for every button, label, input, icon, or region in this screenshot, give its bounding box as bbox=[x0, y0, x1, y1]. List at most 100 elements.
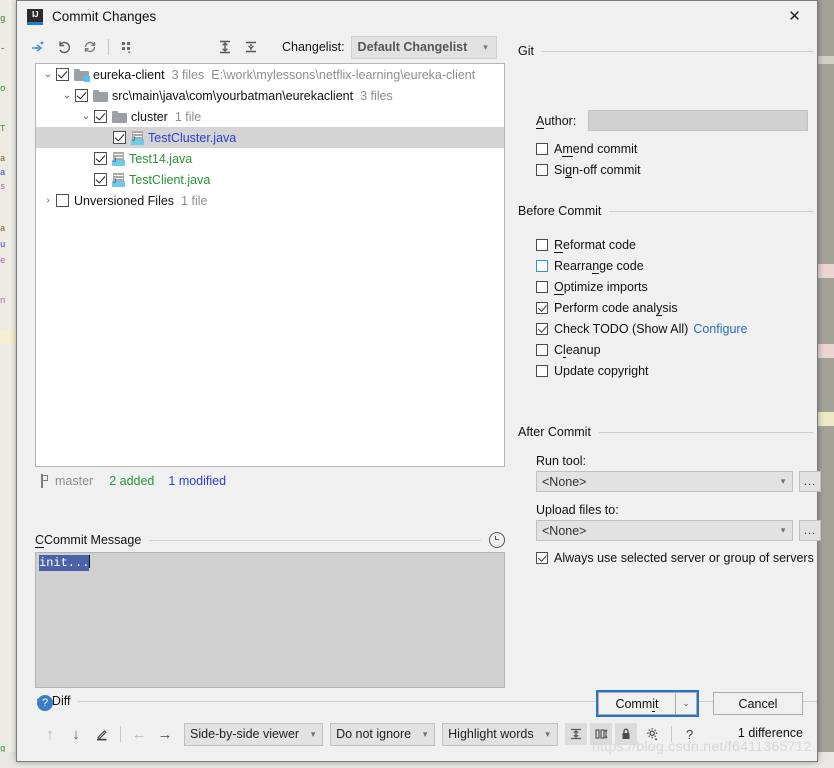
tree-row-name: eureka-client bbox=[93, 67, 165, 82]
commit-options-pane: Git Author: Amend commit Sign-off commit … bbox=[514, 32, 821, 692]
cleanup-label: Cleanup bbox=[554, 342, 601, 358]
code-fragment: a bbox=[0, 224, 6, 234]
amend-commit-checkbox[interactable]: Amend commit bbox=[536, 138, 816, 159]
tree-row-checkbox[interactable] bbox=[94, 152, 107, 165]
changes-tree[interactable]: ⌄ eureka-client 3 files E:\work\mylessons\n… bbox=[35, 63, 505, 467]
upload-files-select[interactable]: <None> ▾ bbox=[536, 520, 794, 541]
changes-pane: Changelist: Default Changelist ▾ ⌄ eureka… bbox=[17, 32, 514, 692]
tree-row-checkbox[interactable] bbox=[56, 68, 69, 81]
run-tool-browse-button[interactable]: ... bbox=[799, 471, 821, 492]
upload-files-value: <None> bbox=[542, 523, 587, 538]
commit-changes-dialog: IJ Commit Changes ✕ Changelist: Default … bbox=[16, 0, 821, 762]
tree-row-name: cluster bbox=[131, 109, 168, 124]
chevron-toggle-icon[interactable]: ⌄ bbox=[59, 90, 75, 101]
checkbox-box bbox=[536, 238, 548, 251]
check-todo-configure-link[interactable]: Configure bbox=[693, 322, 747, 336]
text-caret bbox=[89, 555, 91, 568]
run-tool-value: <None> bbox=[542, 474, 587, 489]
always-use-server-label: Always use selected server or group of s… bbox=[554, 550, 814, 565]
java-file-icon bbox=[112, 172, 125, 187]
code-fragment: e bbox=[0, 256, 6, 266]
move-to-another-changelist-icon[interactable] bbox=[25, 35, 51, 59]
divider bbox=[149, 539, 481, 541]
tree-row-name: Test14.java bbox=[129, 151, 193, 166]
commit-button-label: Commit bbox=[615, 696, 659, 712]
group-by-icon[interactable] bbox=[114, 35, 140, 59]
tree-row-name: TestCluster.java bbox=[148, 130, 237, 145]
tree-row-name: src\main\java\com\yourbatman\eurekaclien… bbox=[112, 88, 354, 103]
tree-row-checkbox[interactable] bbox=[94, 173, 107, 186]
tree-row-checkbox[interactable] bbox=[113, 131, 126, 144]
commit-button-group: Commit ⌄ bbox=[596, 690, 699, 717]
perform-code-analysis-checkbox[interactable]: Perform code analysis bbox=[536, 297, 821, 318]
cancel-button[interactable]: Cancel bbox=[713, 692, 803, 715]
code-fragment: a bbox=[0, 168, 6, 178]
help-icon[interactable]: ? bbox=[37, 695, 53, 711]
after-commit-section-header: After Commit bbox=[518, 425, 813, 439]
author-field[interactable] bbox=[588, 110, 808, 131]
code-fragment: - bbox=[0, 44, 6, 54]
changelist-select[interactable]: Default Changelist ▾ bbox=[350, 35, 497, 59]
tree-row[interactable]: TestCluster.java bbox=[36, 127, 504, 148]
sign-off-commit-checkbox[interactable]: Sign-off commit bbox=[536, 159, 816, 180]
chevron-toggle-icon[interactable]: ⌄ bbox=[78, 111, 94, 122]
chevron-down-icon: ▾ bbox=[483, 41, 488, 52]
before-commit-section-header: Before Commit bbox=[518, 204, 813, 218]
code-fragment: T bbox=[0, 124, 6, 134]
after-commit-body: Run tool: <None> ▾ ... Upload files to: … bbox=[536, 454, 821, 568]
code-fragment: s bbox=[0, 182, 6, 192]
check-todo-checkbox[interactable]: Check TODO (Show All) Configure bbox=[536, 318, 821, 339]
tree-row[interactable]: ⌄ src\main\java\com\yourbatman\eurekaclie… bbox=[36, 85, 504, 106]
close-icon[interactable]: ✕ bbox=[772, 1, 817, 31]
checkbox-box bbox=[536, 163, 548, 176]
folder-icon bbox=[93, 89, 108, 102]
tree-row-checkbox[interactable] bbox=[94, 110, 107, 123]
upload-files-browse-button[interactable]: ... bbox=[799, 520, 821, 541]
chevron-toggle-icon[interactable]: ⌄ bbox=[40, 69, 56, 80]
modified-count: 1 modified bbox=[168, 474, 227, 488]
clock-icon[interactable] bbox=[489, 532, 505, 548]
collapse-all-icon[interactable] bbox=[238, 35, 264, 59]
code-highlight bbox=[0, 330, 16, 344]
update-copyright-checkbox[interactable]: Update copyright bbox=[536, 360, 821, 381]
git-section-title: Git bbox=[518, 44, 534, 58]
commit-message-input[interactable]: init... bbox=[35, 552, 505, 688]
tree-row[interactable]: TestClient.java bbox=[36, 169, 504, 190]
tree-row-checkbox[interactable] bbox=[56, 194, 69, 207]
checkbox-box bbox=[536, 322, 548, 335]
amend-commit-label: Amend commit bbox=[554, 141, 638, 157]
before-commit-title: Before Commit bbox=[518, 204, 602, 218]
run-tool-row: <None> ▾ ... bbox=[536, 471, 821, 492]
tree-row[interactable]: ⌄ eureka-client 3 files E:\work\mylessons\n… bbox=[36, 64, 504, 85]
tree-row[interactable]: › Unversioned Files 1 file bbox=[36, 190, 504, 211]
always-use-server-checkbox[interactable]: Always use selected server or group of s… bbox=[536, 547, 821, 568]
rearrange-code-checkbox[interactable]: Rearrange code bbox=[536, 255, 821, 276]
reformat-code-label: Reformat code bbox=[554, 237, 636, 253]
optimize-imports-checkbox[interactable]: Optimize imports bbox=[536, 276, 821, 297]
optimize-imports-label: Optimize imports bbox=[554, 279, 648, 295]
divider bbox=[541, 50, 813, 52]
intellij-idea-icon: IJ bbox=[27, 8, 43, 25]
upload-files-row: <None> ▾ ... bbox=[536, 520, 821, 541]
before-commit-checkbox-group: Reformat code Rearrange code Optimize impo… bbox=[536, 234, 821, 381]
author-row: Author: bbox=[536, 110, 816, 131]
rollback-icon[interactable] bbox=[51, 35, 77, 59]
reformat-code-checkbox[interactable]: Reformat code bbox=[536, 234, 821, 255]
tree-row-filecount: 1 file bbox=[174, 109, 202, 124]
tree-row-checkbox[interactable] bbox=[75, 89, 88, 102]
commit-button[interactable]: Commit bbox=[598, 692, 676, 715]
cleanup-checkbox[interactable]: Cleanup bbox=[536, 339, 821, 360]
code-fragment: g bbox=[0, 14, 6, 24]
editor-gutter bbox=[0, 0, 9, 768]
changelist-label: Changelist: bbox=[282, 40, 345, 54]
tree-row[interactable]: Test14.java bbox=[36, 148, 504, 169]
tree-row[interactable]: ⌄ cluster 1 file bbox=[36, 106, 504, 127]
rearrange-code-label: Rearrange code bbox=[554, 258, 644, 274]
expand-all-icon[interactable] bbox=[212, 35, 238, 59]
run-tool-select[interactable]: <None> ▾ bbox=[536, 471, 794, 492]
git-checkbox-group: Amend commit Sign-off commit bbox=[536, 138, 816, 180]
commit-dropdown-button[interactable]: ⌄ bbox=[676, 692, 697, 715]
dialog-title: Commit Changes bbox=[52, 9, 157, 24]
refresh-icon[interactable] bbox=[77, 35, 103, 59]
chevron-toggle-icon[interactable]: › bbox=[40, 195, 56, 206]
